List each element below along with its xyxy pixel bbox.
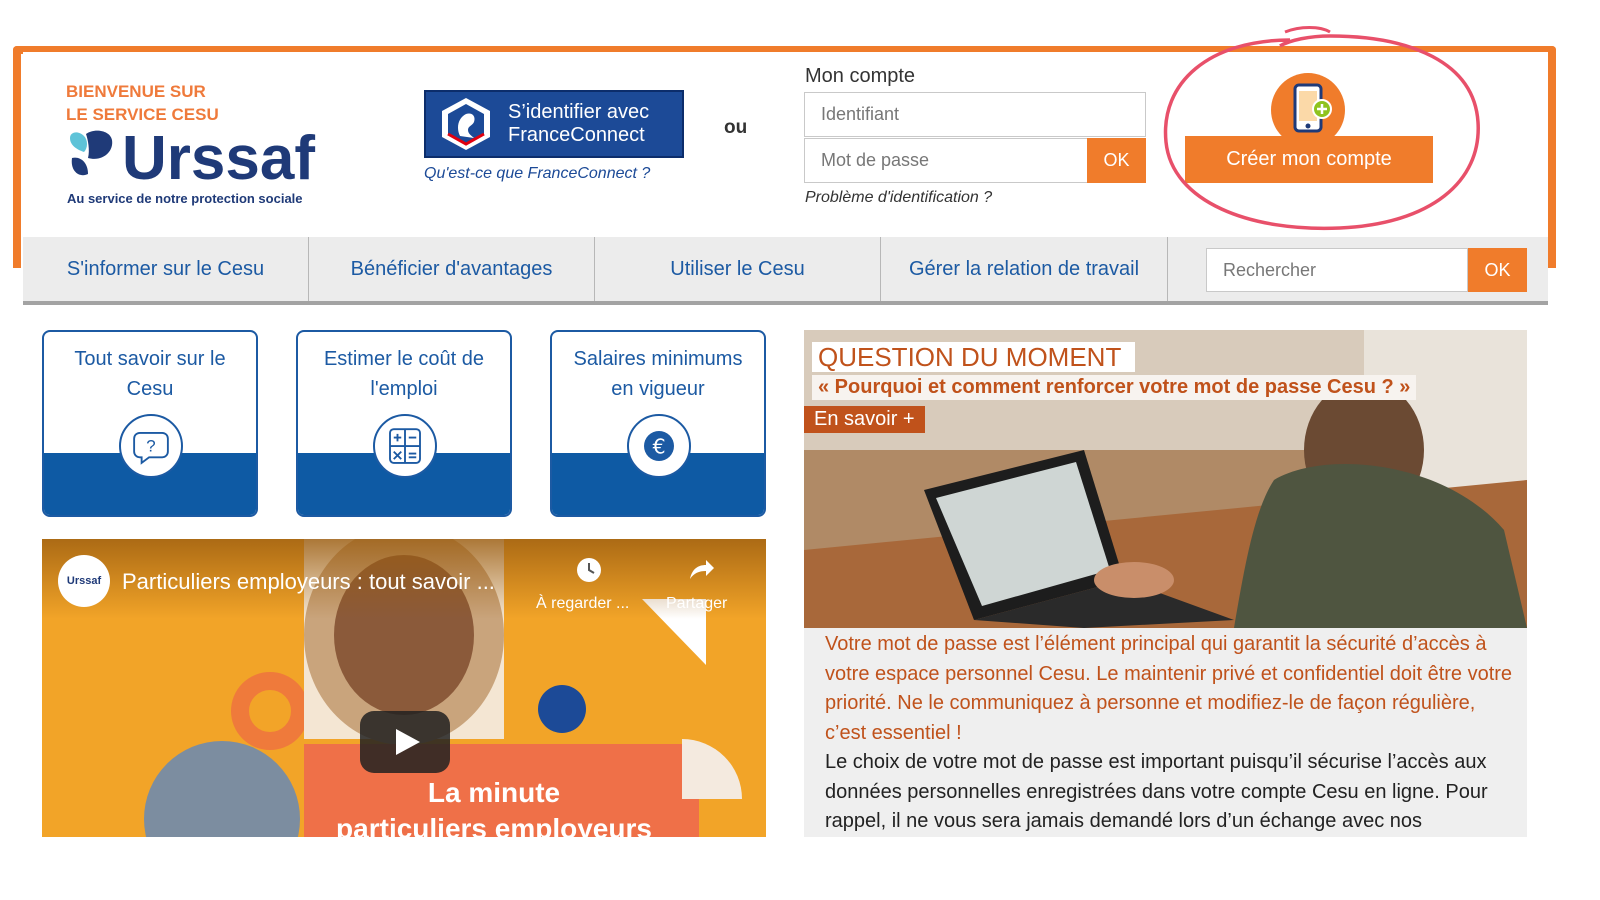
welcome-line-2: LE SERVICE CESU: [66, 105, 219, 124]
identification-problem-link[interactable]: Problème d'identification ?: [805, 189, 992, 207]
question-heading: QUESTION DU MOMENT: [812, 342, 1136, 372]
calculator-icon: [373, 414, 437, 478]
tile-label: Tout savoir sur le Cesu: [74, 348, 226, 400]
share-button[interactable]: Partager: [666, 595, 727, 613]
welcome-line-1: BIENVENUE SUR: [66, 82, 206, 101]
franceconnect-info-link[interactable]: Qu'est-ce que FranceConnect ?: [424, 165, 650, 183]
password-input[interactable]: Mot de passe: [804, 138, 1088, 183]
question-body: Votre mot de passe est l’élément princip…: [825, 630, 1515, 837]
nav-item-informer[interactable]: S'informer sur le Cesu: [23, 237, 309, 301]
svg-text:?: ?: [146, 437, 155, 456]
search-input[interactable]: Rechercher: [1206, 248, 1468, 292]
urssaf-logo-icon[interactable]: [66, 128, 118, 180]
search-ok-button[interactable]: OK: [1468, 248, 1527, 292]
login-ok-button[interactable]: OK: [1087, 138, 1146, 183]
tile-label: Estimer le coût de l'emploi: [323, 348, 485, 400]
franceconnect-logo-icon: [442, 98, 490, 150]
video-title[interactable]: Particuliers employeurs : tout savoir ..…: [122, 569, 495, 595]
welcome-text: BIENVENUE SUR LE SERVICE CESU: [66, 80, 219, 126]
video-caption: La minute particuliers employeurs: [304, 775, 684, 837]
urssaf-wordmark[interactable]: Urssaf: [122, 126, 315, 192]
learn-more-link[interactable]: En savoir +: [804, 406, 925, 433]
share-icon[interactable]: [686, 555, 716, 585]
play-button-icon[interactable]: [360, 711, 450, 773]
tile-salaires-minimums[interactable]: Salaires minimums en vigueur €: [550, 330, 766, 517]
euro-icon: €: [627, 414, 691, 478]
nav-item-avantages[interactable]: Bénéficier d'avantages: [309, 237, 595, 301]
urssaf-tagline: Au service de notre protection sociale: [67, 191, 303, 206]
franceconnect-button[interactable]: S’identifier avec FranceConnect: [424, 90, 684, 158]
watch-later-button[interactable]: À regarder ...: [536, 595, 629, 613]
video-player[interactable]: Urssaf Particuliers employeurs : tout sa…: [42, 539, 766, 837]
video-caption-line-2: particuliers employeurs: [336, 813, 652, 837]
question-text[interactable]: « Pourquoi et comment renforcer votre mo…: [812, 375, 1417, 400]
question-details: Le choix de votre mot de passe est impor…: [825, 751, 1488, 832]
or-separator: ou: [724, 117, 748, 138]
question-panel: QUESTION DU MOMENT « Pourquoi et comment…: [804, 330, 1527, 837]
svg-text:€: €: [652, 435, 665, 459]
franceconnect-line-2: FranceConnect: [508, 124, 645, 146]
tile-label: Salaires minimums en vigueur: [573, 348, 743, 400]
clock-icon[interactable]: [574, 555, 604, 585]
question-icon: ?: [119, 414, 183, 478]
identifier-input[interactable]: Identifiant: [804, 92, 1146, 137]
nav-item-utiliser[interactable]: Utiliser le Cesu: [595, 237, 881, 301]
video-caption-line-1: La minute: [427, 777, 561, 808]
nav-item-relation-travail[interactable]: Gérer la relation de travail: [881, 237, 1168, 301]
franceconnect-line-1: S’identifier avec: [508, 101, 650, 123]
tile-estimer-cout[interactable]: Estimer le coût de l'emploi: [296, 330, 512, 517]
account-label: Mon compte: [805, 65, 916, 87]
highlight-annotation: [1163, 26, 1480, 231]
channel-avatar[interactable]: Urssaf: [58, 555, 110, 607]
tile-tout-savoir[interactable]: Tout savoir sur le Cesu ?: [42, 330, 258, 517]
question-intro: Votre mot de passe est l’élément princip…: [825, 633, 1513, 744]
